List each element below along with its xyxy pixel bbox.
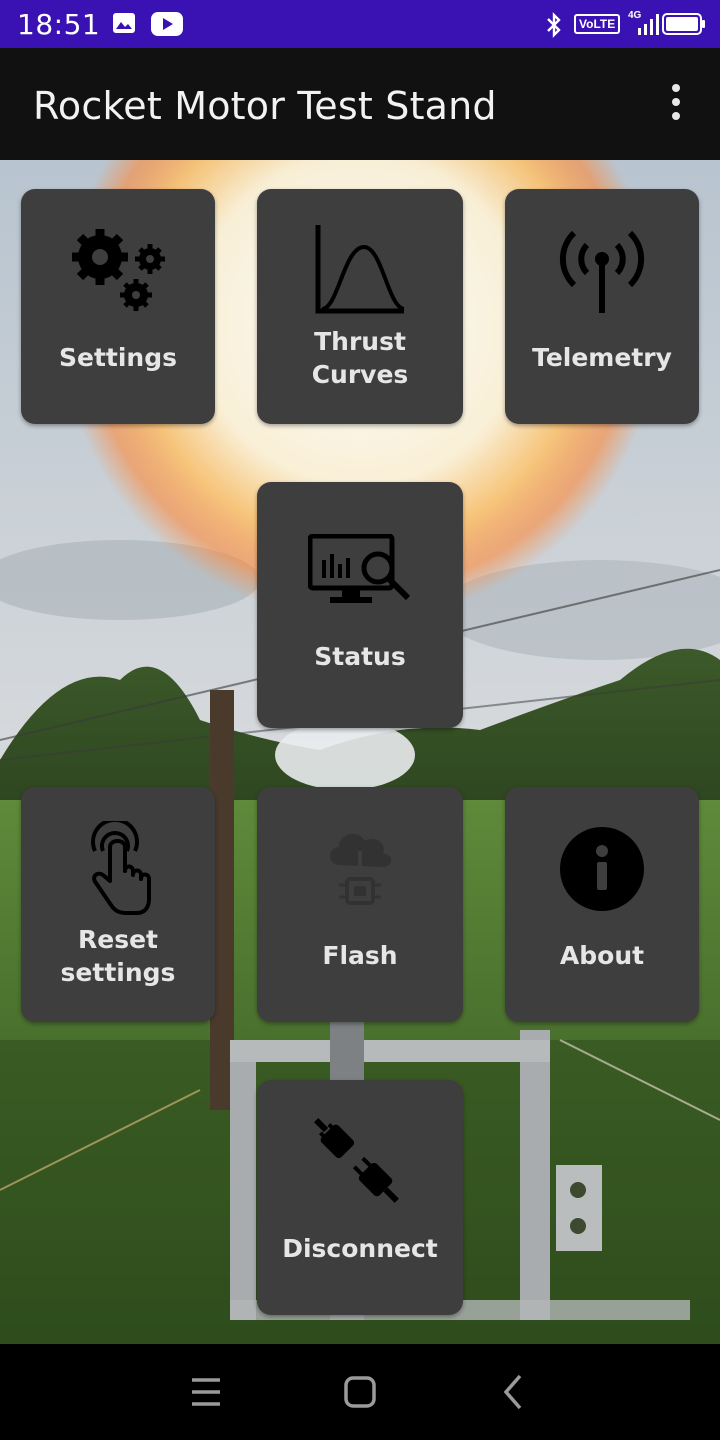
home-icon[interactable] bbox=[338, 1372, 382, 1412]
status-label: Status bbox=[314, 642, 406, 671]
flash-tile[interactable]: Flash bbox=[257, 787, 463, 1022]
more-vert-icon[interactable] bbox=[660, 84, 692, 124]
curve-chart-icon bbox=[257, 223, 463, 315]
telemetry-tile[interactable]: Telemetry bbox=[505, 189, 699, 424]
thrust-curves-label-line2: Curves bbox=[311, 360, 409, 389]
disconnect-tile[interactable]: Disconnect bbox=[257, 1080, 463, 1315]
settings-label: Settings bbox=[58, 343, 177, 372]
back-icon[interactable] bbox=[492, 1372, 536, 1412]
app-bar: Rocket Motor Test Stand bbox=[0, 48, 720, 160]
reset-settings-label-line1: Reset bbox=[78, 925, 158, 954]
cloud-chip-icon bbox=[257, 829, 463, 909]
status-tile[interactable]: Status bbox=[257, 482, 463, 728]
touch-hand-icon bbox=[21, 821, 215, 917]
info-icon bbox=[505, 827, 699, 911]
app-title: Rocket Motor Test Stand bbox=[33, 84, 497, 128]
status-time: 18:51 bbox=[17, 8, 101, 41]
reset-settings-label-line2: settings bbox=[60, 958, 176, 987]
antenna-icon bbox=[505, 229, 699, 315]
menu-icon[interactable] bbox=[184, 1372, 228, 1412]
monitor-search-icon bbox=[257, 534, 463, 606]
telemetry-label: Telemetry bbox=[532, 343, 672, 372]
volte-icon: VoLTE bbox=[574, 14, 621, 34]
status-bar: 18:51 VoLTE 4G bbox=[0, 0, 720, 48]
bluetooth-icon bbox=[544, 12, 564, 43]
thrust-curves-label-line1: Thrust bbox=[314, 327, 406, 356]
about-tile[interactable]: About bbox=[505, 787, 699, 1022]
disconnect-label: Disconnect bbox=[282, 1234, 438, 1263]
navigation-bar bbox=[0, 1344, 720, 1440]
unplug-icon bbox=[257, 1114, 463, 1214]
about-label: About bbox=[559, 941, 645, 970]
battery-icon bbox=[662, 13, 706, 40]
settings-tile[interactable]: Settings bbox=[21, 189, 215, 424]
gears-icon bbox=[21, 225, 215, 315]
reset-settings-tile[interactable]: Reset settings bbox=[21, 787, 215, 1022]
flash-label: Flash bbox=[322, 941, 398, 970]
signal-icon bbox=[636, 12, 660, 41]
image-icon bbox=[112, 12, 136, 39]
youtube-icon bbox=[151, 12, 183, 41]
thrust-curves-tile[interactable]: Thrust Curves bbox=[257, 189, 463, 424]
